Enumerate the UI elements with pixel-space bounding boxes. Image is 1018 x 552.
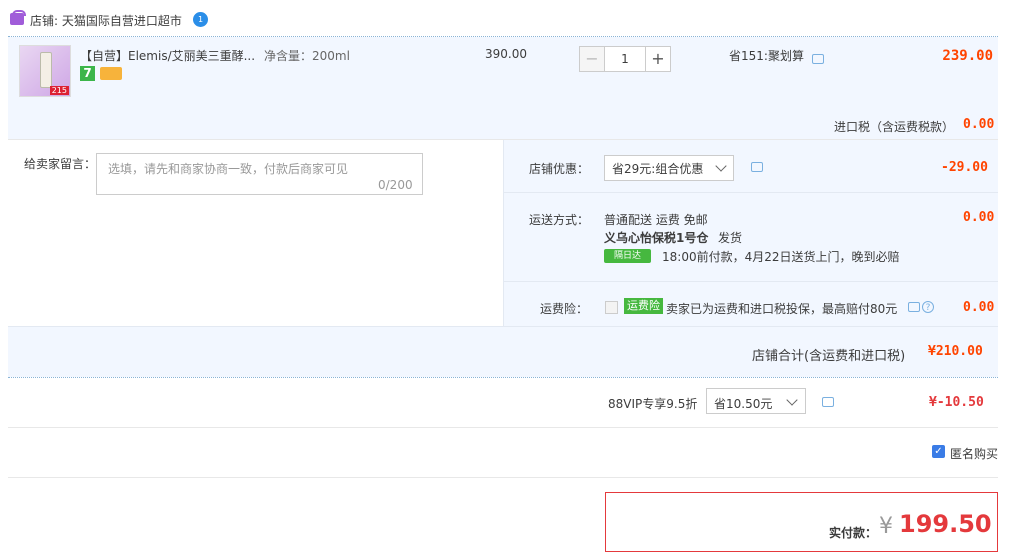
panel-divider	[503, 140, 504, 327]
message-icon[interactable]	[822, 397, 834, 407]
insurance-label: 运费险：	[540, 302, 589, 316]
insurance-desc: 卖家已为运费和进口税投保，最高赔付80元	[666, 302, 898, 316]
discount-amount: -29.00	[941, 160, 988, 175]
divider	[8, 427, 998, 428]
shop-name[interactable]: 店铺: 天猫国际自营进口超市	[30, 12, 182, 29]
quantity-stepper: − 1 +	[579, 46, 671, 72]
discount-label: 店铺优惠：	[529, 162, 590, 176]
vip-selected-value: 省10.50元	[714, 397, 773, 411]
note-char-count: 0/200	[378, 178, 413, 192]
item-subtotal: 239.00	[942, 48, 993, 64]
payment-amount: 199.50	[899, 510, 992, 538]
product-thumbnail[interactable]: 215	[19, 45, 71, 97]
shipping-label: 运送方式：	[529, 213, 590, 227]
thumb-tag: 215	[49, 86, 69, 95]
message-icon[interactable]	[908, 302, 920, 312]
payment-label: 实付款：	[829, 526, 878, 540]
insurance-amount: 0.00	[963, 300, 995, 315]
tax-value: 0.00	[963, 117, 995, 132]
divider	[8, 377, 998, 378]
shipping-warehouse: 义乌心怡保税1号仓	[604, 231, 709, 245]
note-label: 给卖家留言：	[24, 157, 97, 171]
divider	[8, 477, 998, 478]
item-saving: 省151:聚划算	[729, 49, 804, 63]
divider	[504, 192, 998, 193]
quantity-minus-button[interactable]: −	[579, 46, 605, 72]
product-title[interactable]: 【自营】Elemis/艾丽美三重酵...	[80, 47, 260, 64]
shipping-amount: 0.00	[963, 210, 995, 225]
credit-card-icon	[100, 67, 122, 80]
delivery-note: 18:00前付款，4月22日送货上门，晚到必赔	[662, 250, 900, 264]
tax-label: 进口税（含运费税款）	[834, 120, 955, 134]
quantity-input[interactable]: 1	[605, 46, 645, 72]
help-icon[interactable]: ?	[922, 301, 934, 313]
bottle-image	[40, 52, 52, 88]
unit-price: 390.00	[485, 47, 527, 61]
vip-label: 88VIP专享9.5折	[608, 397, 698, 411]
shop-total-label: 店铺合计(含运费和进口税)	[752, 349, 906, 364]
product-spec: 净含量：200ml	[264, 49, 350, 63]
anonymous-label[interactable]: 匿名购买	[950, 445, 998, 462]
insurance-checkbox[interactable]	[605, 301, 618, 314]
insurance-tag: 运费险	[624, 298, 663, 314]
message-icon[interactable]	[751, 162, 763, 172]
shipping-ship-word: 发货	[718, 231, 743, 245]
next-day-badge: 隔日达	[604, 249, 651, 263]
shipping-method: 普通配送 运费 免邮	[604, 213, 708, 227]
discount-selected-value: 省29元:组合优惠	[612, 162, 704, 176]
note-placeholder: 选填，请先和商家协商一致，付款后商家可见	[108, 162, 349, 176]
divider	[504, 281, 998, 282]
anonymous-checkbox[interactable]: ✓	[932, 445, 945, 458]
payment-currency: ¥	[879, 514, 893, 539]
shop-chat-badge-icon[interactable]: 1	[193, 12, 208, 27]
quantity-plus-button[interactable]: +	[645, 46, 671, 72]
shop-total-amount: ¥210.00	[928, 344, 983, 359]
seven-day-return-icon: 7	[80, 66, 95, 81]
vip-amount: ¥-10.50	[929, 395, 984, 410]
shop-bag-icon	[10, 10, 26, 25]
message-icon[interactable]	[812, 54, 824, 64]
